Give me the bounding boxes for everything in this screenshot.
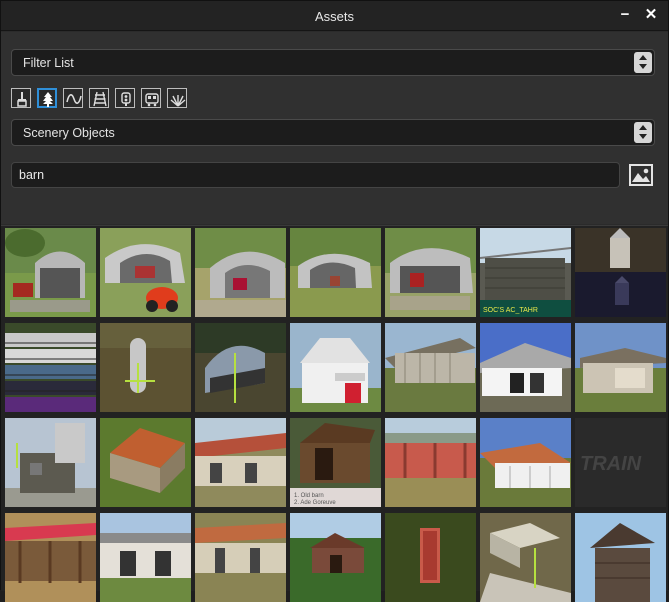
asset-thumbnail[interactable] xyxy=(100,418,191,507)
asset-thumbnail[interactable] xyxy=(5,513,96,602)
asset-thumbnail[interactable] xyxy=(385,323,476,412)
spline-icon[interactable] xyxy=(63,88,83,108)
window-title: Assets xyxy=(314,9,354,24)
category-label: Scenery Objects xyxy=(23,126,115,140)
dropdown-arrows-icon[interactable] xyxy=(634,122,652,143)
asset-thumbnail[interactable] xyxy=(100,513,191,602)
asset-thumbnail[interactable] xyxy=(100,323,191,412)
picture-icon xyxy=(629,164,653,186)
asset-thumbnail[interactable] xyxy=(195,513,286,602)
asset-thumbnail[interactable] xyxy=(575,323,666,412)
track-icon[interactable] xyxy=(89,88,109,108)
thumbnail-caption: 1. Old barn xyxy=(294,493,324,499)
search-input[interactable] xyxy=(11,162,620,188)
asset-thumbnail[interactable] xyxy=(290,228,381,317)
asset-thumbnail[interactable] xyxy=(5,228,96,317)
assets-window: Assets − ✕ Filter List Scenery Objects b… xyxy=(0,0,669,602)
asset-thumbnail-grid: SOC'S AC_TAHR 1. Old barn 2. Ade Goreuve… xyxy=(1,225,668,602)
paint-brush-icon[interactable] xyxy=(11,88,31,108)
close-button[interactable]: ✕ xyxy=(641,5,661,25)
filter-list-label: Filter List xyxy=(23,56,74,70)
train-icon[interactable] xyxy=(141,88,161,108)
tree-icon[interactable] xyxy=(37,88,57,108)
thumbnail-caption: TRAIN xyxy=(580,453,642,475)
thumbnail-caption: SOC'S AC_TAHR xyxy=(483,307,538,314)
asset-thumbnail[interactable] xyxy=(5,418,96,507)
dropdown-arrows-icon[interactable] xyxy=(634,52,652,73)
asset-thumbnail[interactable] xyxy=(195,323,286,412)
filter-panel: Filter List Scenery Objects barn xyxy=(1,32,668,224)
title-bar[interactable]: Assets − ✕ xyxy=(1,1,668,31)
asset-thumbnail[interactable] xyxy=(385,228,476,317)
asset-thumbnail[interactable] xyxy=(385,418,476,507)
asset-thumbnail[interactable] xyxy=(195,418,286,507)
signal-icon[interactable] xyxy=(115,88,135,108)
asset-thumbnail[interactable] xyxy=(480,323,571,412)
asset-thumbnail[interactable] xyxy=(480,418,571,507)
asset-thumbnail[interactable] xyxy=(100,228,191,317)
minimize-button[interactable]: − xyxy=(615,5,635,25)
asset-thumbnail[interactable] xyxy=(575,513,666,602)
asset-thumbnail[interactable] xyxy=(290,513,381,602)
category-dropdown[interactable]: Scenery Objects xyxy=(11,119,655,146)
filter-list-dropdown[interactable]: Filter List xyxy=(11,49,655,76)
asset-thumbnail[interactable] xyxy=(385,513,476,602)
asset-thumbnail[interactable] xyxy=(195,228,286,317)
asset-thumbnail[interactable] xyxy=(575,228,666,317)
asset-thumbnail[interactable]: TRAIN xyxy=(575,418,666,507)
thumbnail-caption: 2. Ade Goreuve xyxy=(294,500,336,506)
asset-thumbnail[interactable]: 1. Old barn 2. Ade Goreuve xyxy=(290,418,381,507)
asset-thumbnail[interactable]: SOC'S AC_TAHR xyxy=(480,228,571,317)
grass-icon[interactable] xyxy=(167,88,187,108)
image-view-button[interactable] xyxy=(628,162,654,188)
asset-thumbnail[interactable] xyxy=(290,323,381,412)
asset-thumbnail[interactable] xyxy=(5,323,96,412)
asset-thumbnail[interactable] xyxy=(480,513,571,602)
